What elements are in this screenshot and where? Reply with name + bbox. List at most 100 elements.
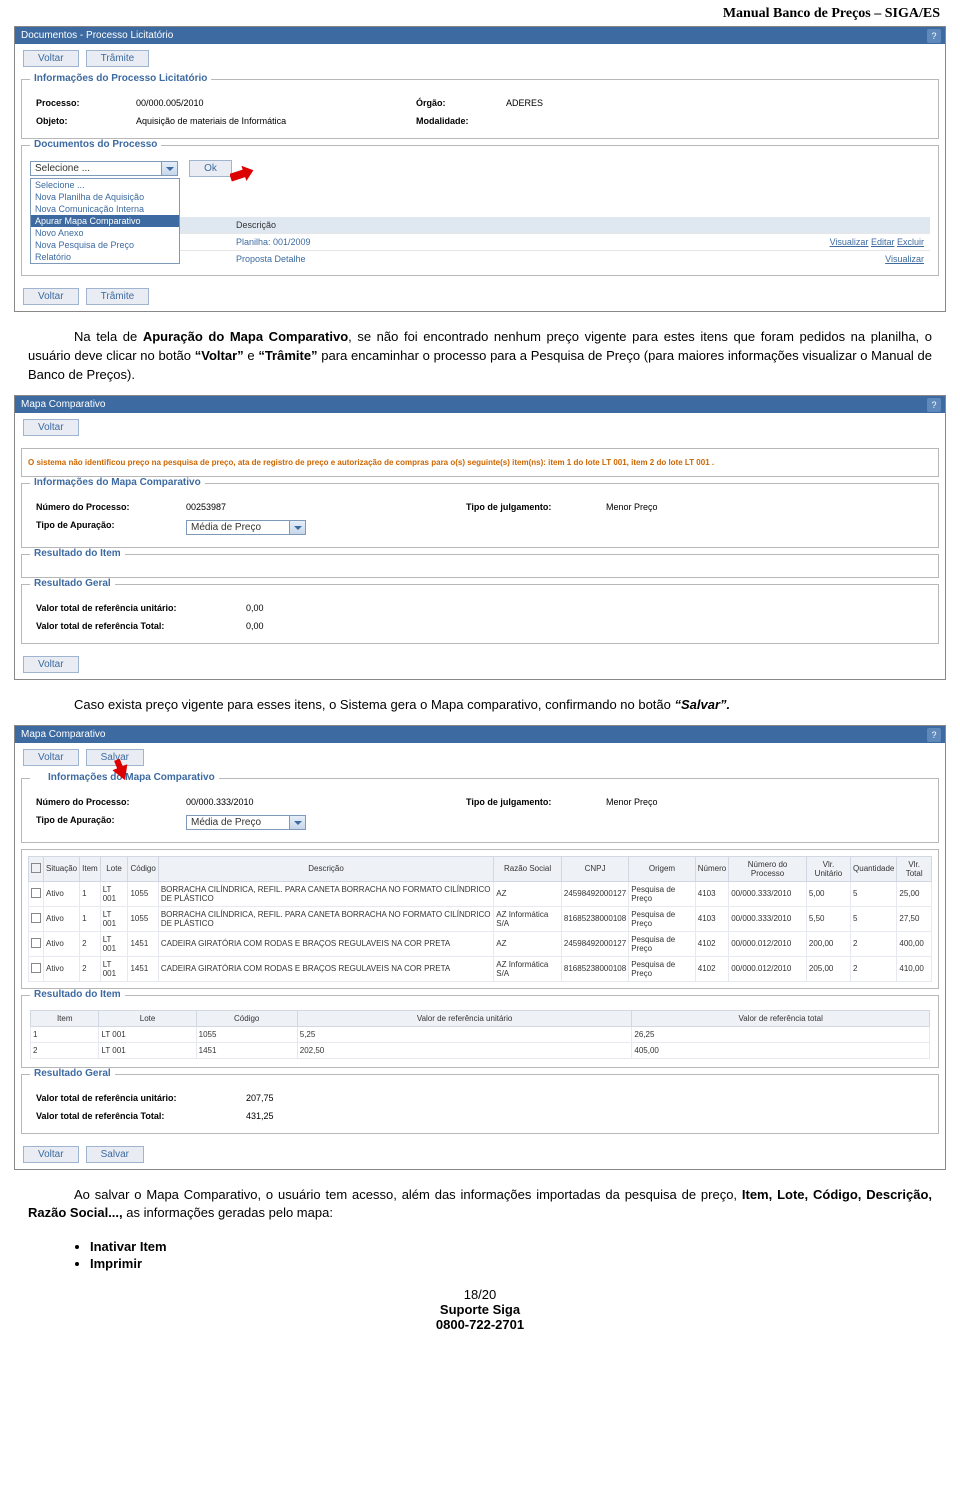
numproc-value: 00/000.333/2010: [180, 793, 460, 811]
panel-informacoes-processo: Informações do Processo Licitatório Proc…: [21, 79, 939, 139]
screenshot-documentos-processo: Documentos - Processo Licitatório ? Volt…: [14, 26, 946, 312]
chevron-down-icon: [289, 521, 305, 534]
option-apurar-mapa[interactable]: Apurar Mapa Comparativo: [31, 215, 179, 227]
window-title: Mapa Comparativo: [21, 399, 105, 410]
checkbox[interactable]: [31, 938, 41, 948]
table-row: Ativo2LT 0011451CADEIRA GIRATÓRIA COM RO…: [29, 956, 932, 981]
panel-grid: SituaçãoItemLoteCódigoDescriçãoRazão Soc…: [21, 849, 939, 989]
grid-header: Valor de referência total: [632, 1010, 930, 1026]
chevron-down-icon: [161, 162, 177, 175]
help-icon[interactable]: ?: [927, 29, 941, 43]
panel-aviso: O sistema não identificou preço na pesqu…: [21, 448, 939, 477]
checkbox[interactable]: [31, 888, 41, 898]
panel-resultado-geral: Resultado Geral Valor total de referênci…: [21, 584, 939, 644]
paragraph-2: Caso exista preço vigente para esses ite…: [0, 686, 960, 725]
tipojulg-value: Menor Preço: [600, 498, 664, 516]
excluir-link[interactable]: Excluir: [897, 237, 924, 247]
modalidade-label: Modalidade:: [410, 112, 500, 130]
tipoapur-value: Média de Preço: [180, 516, 460, 539]
orgao-label: Órgão:: [410, 94, 500, 112]
visualizar-link[interactable]: Visualizar: [830, 237, 869, 247]
voltar-button[interactable]: Voltar: [23, 419, 79, 436]
itens-grid: SituaçãoItemLoteCódigoDescriçãoRazão Soc…: [28, 856, 932, 982]
vlr-total-label: Valor total de referência Total:: [30, 617, 240, 635]
bottom-button-row: Voltar Salvar: [15, 1140, 945, 1169]
grid-header: Vlr. Unitário: [806, 856, 850, 881]
tramite-button[interactable]: Trâmite: [86, 50, 150, 67]
top-button-row: Voltar: [15, 413, 945, 442]
panel-legend: Informações do Processo Licitatório: [30, 73, 211, 84]
tipojulg-value: Menor Preço: [600, 793, 664, 811]
help-icon[interactable]: ?: [927, 398, 941, 412]
option-novo-anexo[interactable]: Novo Anexo: [31, 227, 179, 239]
panel-resultado-item: Resultado do Item: [21, 554, 939, 578]
bottom-button-row: Voltar: [15, 650, 945, 679]
vlr-total-label: Valor total de referência Total:: [30, 1107, 240, 1125]
bullet-imprimir: Imprimir: [90, 1256, 960, 1271]
option-nova-planilha[interactable]: Nova Planilha de Aquisição: [31, 191, 179, 203]
voltar-button[interactable]: Voltar: [23, 50, 79, 67]
resultado-item-grid: ItemLoteCódigoValor de referência unitár…: [30, 1010, 930, 1059]
numproc-label: Número do Processo:: [30, 498, 180, 516]
tipoapur-label: Tipo de Apuração:: [30, 811, 180, 834]
page-header: Manual Banco de Preços – SIGA/ES: [0, 0, 960, 26]
screenshot-mapa-comparativo-sem-preco: Mapa Comparativo ? Voltar O sistema não …: [14, 395, 946, 680]
vlr-unit-value: 0,00: [240, 599, 520, 617]
option-nova-comunicacao[interactable]: Nova Comunicação Interna: [31, 203, 179, 215]
voltar-button[interactable]: Voltar: [23, 1146, 79, 1163]
grid-header: Lote: [100, 856, 128, 881]
modalidade-value: [500, 112, 780, 130]
warning-message: O sistema não identificou preço na pesqu…: [28, 455, 932, 470]
tipojulg-label: Tipo de julgamento:: [460, 793, 600, 811]
vlr-total-value: 0,00: [240, 617, 520, 635]
voltar-button[interactable]: Voltar: [23, 656, 79, 673]
top-button-row: Voltar Salvar: [15, 743, 945, 772]
numproc-label: Número do Processo:: [30, 793, 180, 811]
grid-header: Número: [695, 856, 728, 881]
grid-header: Descrição: [158, 856, 493, 881]
checkbox[interactable]: [31, 913, 41, 923]
page-number: 18/20: [0, 1287, 960, 1302]
option-selecione[interactable]: Selecione ...: [31, 179, 179, 191]
processo-label: Processo:: [30, 94, 130, 112]
panel-documentos-processo: Documentos do Processo Selecione ... Sel…: [21, 145, 939, 276]
grid-header: Número do Processo: [729, 856, 807, 881]
table-row: 1LT 00110555,2526,25: [31, 1026, 930, 1042]
voltar-button[interactable]: Voltar: [23, 749, 79, 766]
vlr-unit-label: Valor total de referência unitário:: [30, 1089, 240, 1107]
select-documento[interactable]: Selecione ... Selecione ... Nova Planilh…: [30, 161, 178, 176]
bullet-inativar: Inativar Item: [90, 1239, 960, 1254]
orgao-value: ADERES: [500, 94, 930, 112]
grid-header: Código: [128, 856, 158, 881]
grid-header: Valor de referência unitário: [297, 1010, 632, 1026]
grid-header: Situação: [44, 856, 80, 881]
grid-header: CNPJ: [561, 856, 628, 881]
option-relatorio[interactable]: Relatório: [31, 251, 179, 263]
checkbox[interactable]: [31, 863, 41, 873]
table-row: Ativo1LT 0011055BORRACHA CILÍNDRICA, REF…: [29, 881, 932, 906]
table-row: Ativo1LT 0011055BORRACHA CILÍNDRICA, REF…: [29, 906, 932, 931]
footer-suporte: Suporte Siga: [440, 1302, 520, 1317]
grid-header: Item: [80, 856, 101, 881]
chevron-down-icon: [289, 816, 305, 829]
bullet-list: Inativar Item Imprimir: [0, 1233, 960, 1277]
footer-telefone: 0800-722-2701: [436, 1317, 524, 1332]
window-title: Documentos - Processo Licitatório: [21, 30, 173, 41]
option-nova-pesquisa[interactable]: Nova Pesquisa de Preço: [31, 239, 179, 251]
checkbox[interactable]: [31, 963, 41, 973]
voltar-button[interactable]: Voltar: [23, 288, 79, 305]
editar-link[interactable]: Editar: [871, 237, 895, 247]
ok-button[interactable]: Ok: [189, 160, 232, 177]
tipoapur-select[interactable]: Média de Preço: [186, 520, 306, 535]
panel-legend: Informações do Mapa Comparativo: [30, 477, 205, 488]
help-icon[interactable]: ?: [927, 728, 941, 742]
objeto-label: Objeto:: [30, 112, 130, 130]
visualizar-link[interactable]: Visualizar: [885, 254, 924, 264]
vlr-unit-label: Valor total de referência unitário:: [30, 599, 240, 617]
tipoapur-select[interactable]: Média de Preço: [186, 815, 306, 830]
tramite-button[interactable]: Trâmite: [86, 288, 150, 305]
grid-header: Item: [31, 1010, 99, 1026]
salvar-button[interactable]: Salvar: [86, 1146, 144, 1163]
panel-legend: Resultado Geral: [30, 1068, 115, 1079]
window-title-bar: Mapa Comparativo ?: [15, 396, 945, 413]
